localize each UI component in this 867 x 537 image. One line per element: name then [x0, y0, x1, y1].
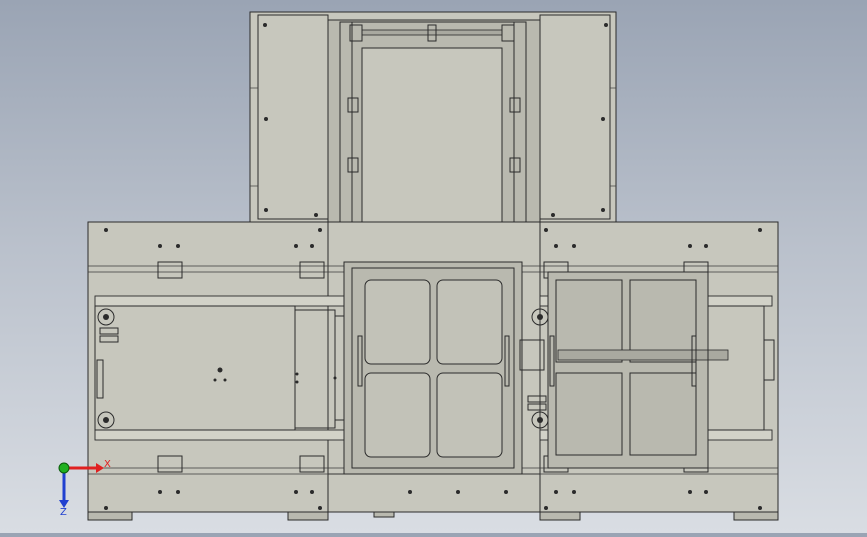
- triad-y-axis: [58, 462, 70, 474]
- triad-x-label: X: [104, 459, 111, 470]
- cad-model[interactable]: X Z: [0, 0, 867, 533]
- cad-viewport[interactable]: X Z: [0, 0, 867, 533]
- triad-z-label: Z: [60, 507, 67, 518]
- top-frame: [249, 11, 617, 253]
- center-carrier: [343, 261, 523, 475]
